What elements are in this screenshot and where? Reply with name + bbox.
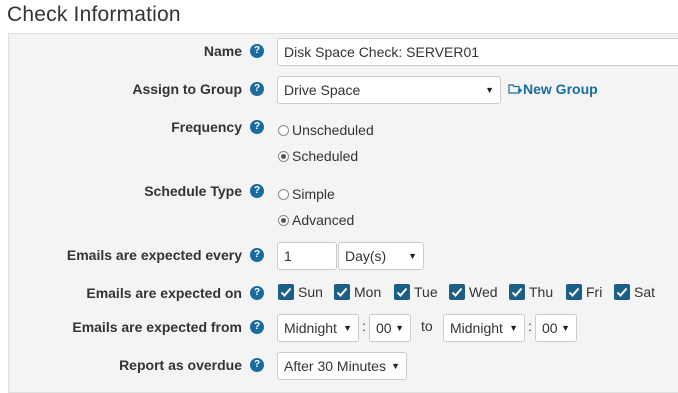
day-label: Sat: [634, 284, 656, 300]
chevron-down-icon: ▼: [395, 323, 404, 333]
checkmark-icon[interactable]: [394, 284, 410, 300]
day-checkbox-fri[interactable]: Fri: [566, 284, 602, 300]
expected-from-label: Emails are expected from: [72, 319, 242, 335]
frequency-option-unscheduled[interactable]: Unscheduled: [278, 122, 374, 138]
to-label: to: [421, 318, 433, 334]
chevron-down-icon: ▼: [561, 323, 570, 333]
expected-every-label: Emails are expected every: [66, 247, 242, 263]
new-group-link[interactable]: New Group: [508, 81, 598, 97]
from-minute-select[interactable]: 00 ▼: [369, 314, 411, 342]
radio-unscheduled[interactable]: [278, 125, 289, 136]
day-checkbox-thu[interactable]: Thu: [509, 284, 553, 300]
chevron-down-icon: ▼: [343, 323, 352, 333]
day-checkbox-wed[interactable]: Wed: [449, 284, 498, 300]
frequency-option-scheduled[interactable]: Scheduled: [278, 148, 358, 164]
day-label: Fri: [586, 284, 603, 300]
new-group-icon: [508, 84, 522, 94]
overdue-select-value: After 30 Minutes: [284, 358, 386, 374]
frequency-label: Frequency: [171, 119, 242, 135]
expected-on-label: Emails are expected on: [86, 285, 242, 301]
to-minute-select[interactable]: 00 ▼: [535, 314, 577, 342]
group-select-value: Drive Space: [284, 82, 361, 98]
to-time-colon: :: [528, 318, 532, 334]
to-hour-value: Midnight: [450, 320, 503, 336]
radio-scheduled[interactable]: [278, 151, 289, 162]
chevron-down-icon: ▼: [391, 361, 400, 371]
page-title: Check Information: [7, 3, 181, 26]
expected-every-input[interactable]: 1: [277, 242, 337, 270]
checkmark-icon[interactable]: [509, 284, 525, 300]
to-minute-value: 00: [542, 320, 558, 336]
name-label: Name: [203, 43, 242, 59]
day-label: Sun: [298, 284, 323, 300]
group-select[interactable]: Drive Space ▼: [277, 76, 501, 104]
unscheduled-label: Unscheduled: [292, 122, 374, 138]
day-checkbox-tue[interactable]: Tue: [394, 284, 438, 300]
frequency-help-icon[interactable]: ?: [250, 120, 264, 134]
checkmark-icon[interactable]: [278, 284, 294, 300]
assign-group-help-icon[interactable]: ?: [250, 82, 264, 96]
checkmark-icon[interactable]: [566, 284, 582, 300]
from-time-colon: :: [362, 318, 366, 334]
checkmark-icon[interactable]: [614, 284, 630, 300]
name-input[interactable]: Disk Space Check: SERVER01: [277, 38, 678, 66]
schedule-option-simple[interactable]: Simple: [278, 186, 335, 202]
day-checkbox-mon[interactable]: Mon: [334, 284, 381, 300]
chevron-down-icon: ▼: [485, 85, 494, 95]
expected-from-help-icon[interactable]: ?: [250, 320, 264, 334]
overdue-help-icon[interactable]: ?: [250, 358, 264, 372]
chevron-down-icon: ▼: [408, 251, 417, 261]
from-hour-value: Midnight: [284, 320, 337, 336]
checkmark-icon[interactable]: [334, 284, 350, 300]
day-label: Tue: [414, 284, 438, 300]
overdue-select[interactable]: After 30 Minutes ▼: [277, 352, 407, 380]
chevron-down-icon: ▼: [509, 323, 518, 333]
from-minute-value: 00: [376, 320, 392, 336]
expected-every-help-icon[interactable]: ?: [250, 248, 264, 262]
expected-on-help-icon[interactable]: ?: [250, 286, 264, 300]
schedule-type-label: Schedule Type: [144, 183, 242, 199]
day-checkbox-sun[interactable]: Sun: [278, 284, 323, 300]
scheduled-label: Scheduled: [292, 148, 359, 164]
unit-select-value: Day(s): [345, 248, 387, 264]
advanced-label: Advanced: [292, 212, 355, 228]
radio-simple[interactable]: [278, 189, 289, 200]
expected-every-unit-select[interactable]: Day(s) ▼: [338, 242, 424, 270]
day-label: Wed: [469, 284, 498, 300]
new-group-label: New Group: [523, 81, 598, 97]
assign-group-label: Assign to Group: [132, 81, 242, 97]
schedule-type-help-icon[interactable]: ?: [250, 184, 264, 198]
to-hour-select[interactable]: Midnight ▼: [443, 314, 525, 342]
name-help-icon[interactable]: ?: [250, 44, 264, 58]
overdue-label: Report as overdue: [119, 357, 242, 373]
simple-label: Simple: [292, 186, 335, 202]
day-label: Mon: [354, 284, 382, 300]
from-hour-select[interactable]: Midnight ▼: [277, 314, 359, 342]
checkmark-icon[interactable]: [449, 284, 465, 300]
day-checkbox-sat[interactable]: Sat: [614, 284, 655, 300]
day-label: Thu: [529, 284, 554, 300]
radio-advanced[interactable]: [278, 215, 289, 226]
schedule-option-advanced[interactable]: Advanced: [278, 212, 354, 228]
